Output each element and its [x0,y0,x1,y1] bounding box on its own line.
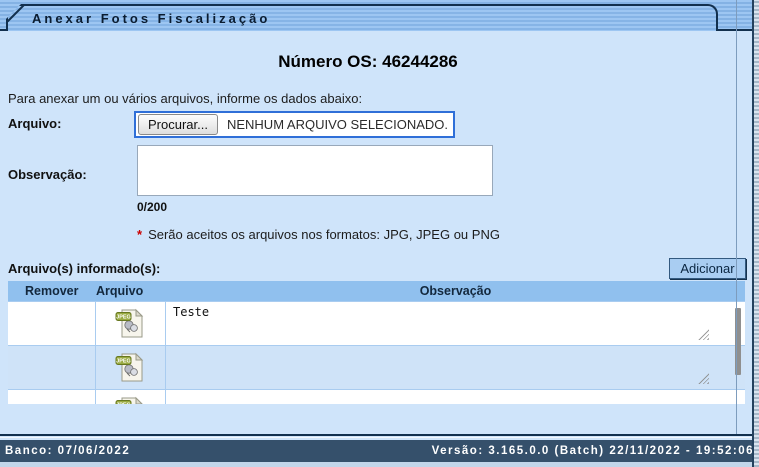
arquivo-cell[interactable]: JPEG [96,346,166,389]
observation-label: Observação: [8,167,87,182]
file-field-label: Arquivo: [8,116,62,131]
observation-textarea[interactable] [137,145,493,196]
remover-cell[interactable] [8,390,96,404]
window-edge-texture [754,0,759,467]
header-observacao: Observação [419,284,492,298]
required-asterisk: * [137,227,143,242]
char-counter: 0/200 [137,200,168,214]
remover-cell[interactable] [8,302,96,345]
arquivo-cell[interactable]: JPEG [96,302,166,345]
os-number-heading: Número OS: 46244286 [278,52,458,71]
files-table: Remover Arquivo Observação JPEG Teste JP… [8,281,745,404]
panel-bottom-border [0,434,753,436]
remover-cell[interactable] [8,346,96,389]
observacao-cell-textarea[interactable]: Teste [166,302,745,345]
page-title: Anexar Fotos Fiscalização [32,11,271,26]
file-input[interactable]: Procurar... NENHUM ARQUIVO SELECIONADO. [134,111,456,138]
status-bar: Banco: 07/06/2022 Versão: 3.165.0.0 (Bat… [0,440,759,462]
status-banco: Banco: 07/06/2022 [5,445,131,457]
header-remover: Remover [25,284,79,298]
jpeg-file-icon: JPEG [115,352,144,382]
anexar-fotos-window: Anexar Fotos Fiscalização Número OS: 462… [0,0,759,467]
status-versao: Versão: 3.165.0.0 (Batch) 22/11/2022 - 1… [431,445,754,457]
files-section-label: Arquivo(s) informado(s): [8,261,161,276]
arquivo-cell[interactable]: JPEG [96,390,166,404]
no-file-selected-text: NENHUM ARQUIVO SELECIONADO. [226,117,449,132]
table-row: JPEG [8,345,745,389]
resize-grip-icon[interactable] [698,373,709,384]
table-row: JPEG [8,389,745,404]
jpeg-file-icon: JPEG [115,308,144,338]
jpeg-icon-label: JPEG [116,403,131,405]
content-right-border [736,0,737,434]
intro-text: Para anexar um ou vários arquivos, infor… [8,91,363,106]
jpeg-icon-label: JPEG [116,315,131,321]
files-table-header: Remover Arquivo Observação [8,281,745,301]
bottom-strip [0,462,759,467]
jpeg-icon-label: JPEG [116,359,131,365]
jpeg-file-icon: JPEG [115,396,143,405]
title-tab: Anexar Fotos Fiscalização [6,4,718,31]
observacao-cell-textarea[interactable] [166,346,745,389]
table-row: JPEG Teste [8,301,745,345]
formats-note-text: Serão aceitos os arquivos nos formatos: … [148,227,500,242]
pre-status-divider [0,437,753,438]
observacao-cell-textarea[interactable] [166,390,745,404]
browse-button[interactable]: Procurar... [138,114,218,135]
title-band: Anexar Fotos Fiscalização [0,0,753,31]
header-arquivo: Arquivo [96,284,144,298]
observacao-value: Teste [173,305,210,319]
add-button[interactable]: Adicionar [669,258,746,279]
title-tab-chamfer [6,4,26,23]
resize-grip-icon[interactable] [698,329,709,340]
formats-note: * Serão aceitos os arquivos nos formatos:… [137,227,500,242]
